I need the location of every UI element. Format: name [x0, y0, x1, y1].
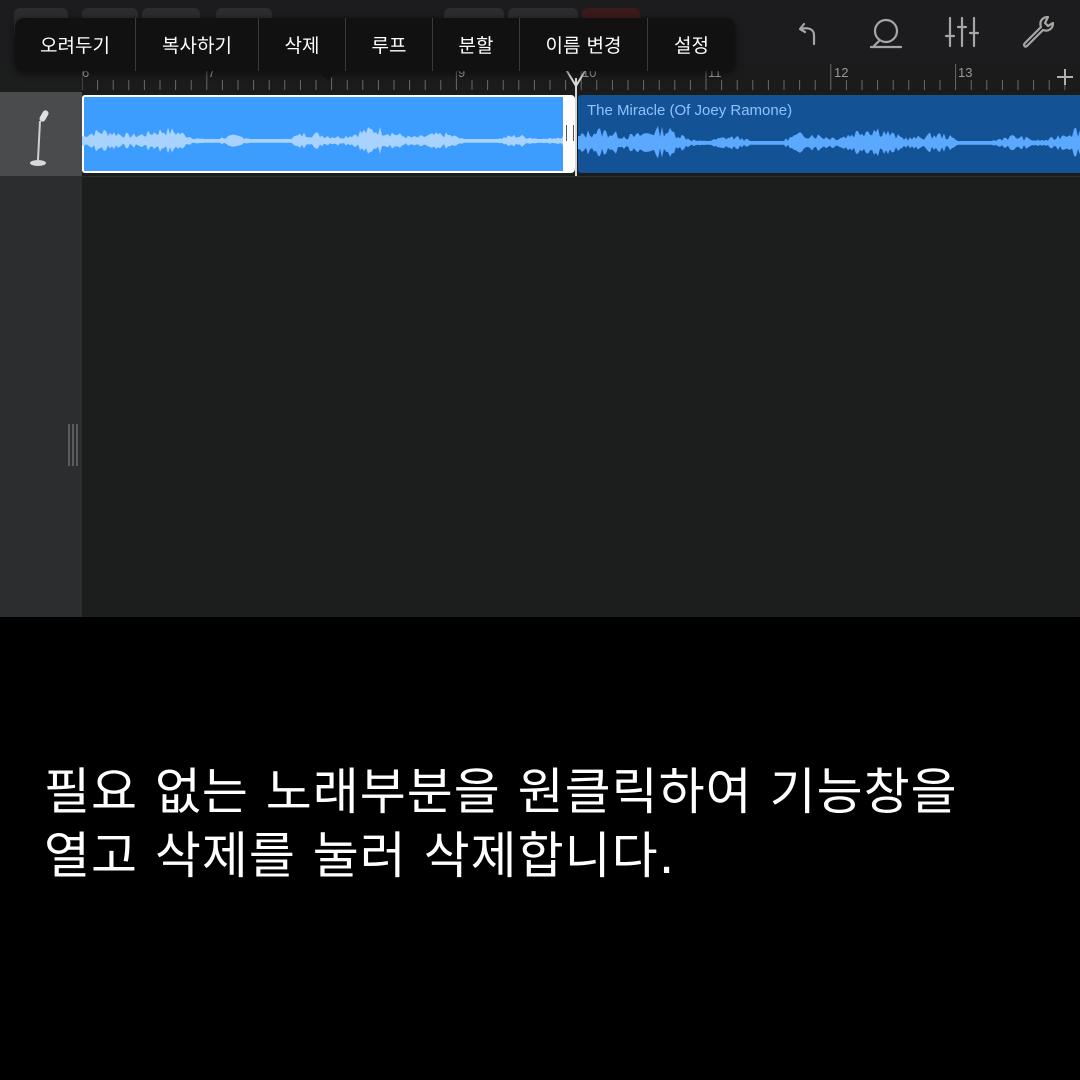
region-trim-handle[interactable] — [563, 95, 575, 173]
region-context-menu: 오려두기 복사하기 삭제 루프 분할 이름 변경 설정 — [15, 18, 735, 71]
garageband-tracks-view: 6 7 9 10 11 12 13 The Miracle (Of Joey R… — [0, 0, 1080, 617]
context-menu-pointer — [317, 70, 339, 81]
track-header-column — [0, 92, 82, 617]
playhead-line — [575, 78, 577, 176]
undo-icon[interactable] — [786, 12, 830, 52]
audio-region-selected[interactable] — [82, 95, 571, 173]
menu-item-delete[interactable]: 삭제 — [259, 18, 346, 71]
mixer-icon[interactable] — [940, 12, 984, 52]
menu-item-rename[interactable]: 이름 변경 — [520, 18, 648, 71]
caption-line: 필요 없는 노래부분을 원클릭하여 기능창을 — [44, 763, 958, 821]
wrench-icon[interactable] — [1016, 12, 1060, 52]
ruler-bar-number: 12 — [834, 65, 849, 80]
menu-item-loop[interactable]: 루프 — [346, 18, 433, 71]
loop-browser-icon[interactable] — [864, 12, 908, 52]
microphone-icon — [30, 110, 49, 166]
add-section-plus-icon[interactable] — [1054, 66, 1076, 88]
waveform-selected — [82, 127, 570, 154]
ruler-bar-number: 13 — [958, 65, 973, 80]
caption-line: 열고 삭제를 눌러 삭제합니다. — [44, 827, 676, 885]
menu-item-settings[interactable]: 설정 — [648, 18, 735, 71]
instruction-caption: 필요 없는 노래부분을 원클릭하여 기능창을 열고 삭제를 눌러 삭제합니다. — [44, 760, 1044, 888]
track-header-resize-handle[interactable] — [66, 422, 80, 468]
waveform — [578, 125, 1080, 159]
menu-item-cut[interactable]: 오려두기 — [15, 18, 136, 71]
menu-item-split[interactable]: 분할 — [433, 18, 520, 71]
audio-region[interactable]: The Miracle (Of Joey Ramone) — [578, 95, 1080, 173]
menu-item-copy[interactable]: 복사하기 — [136, 18, 259, 71]
track-header-audio-recorder[interactable] — [0, 92, 82, 176]
